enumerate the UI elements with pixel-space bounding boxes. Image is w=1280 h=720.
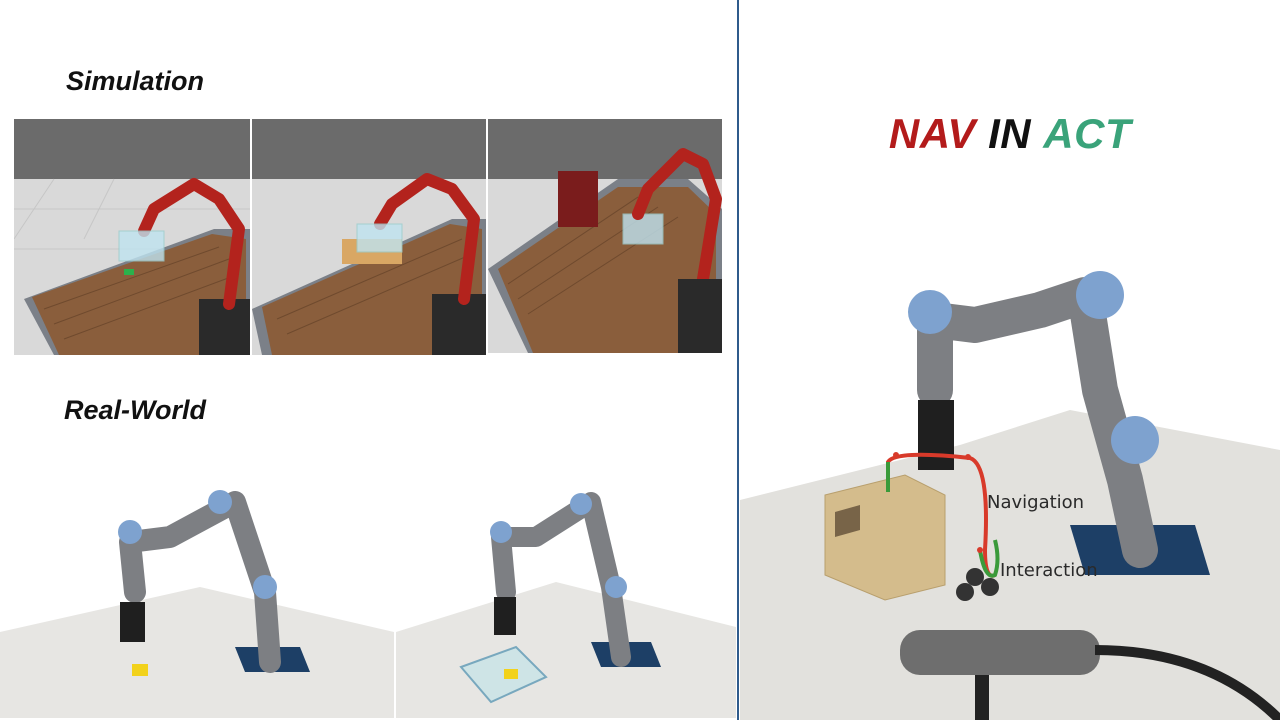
title-in: IN	[988, 110, 1032, 157]
title-nav: NAV	[888, 110, 976, 157]
simulation-image-3	[488, 119, 722, 353]
title-act: ACT	[1043, 110, 1132, 157]
real-world-image-2	[396, 482, 736, 718]
real-world-heading: Real-World	[64, 395, 207, 425]
method-title: NAV IN ACT	[740, 110, 1280, 158]
simulation-image-1	[14, 119, 250, 355]
simulation-heading: Simulation	[66, 66, 205, 96]
simulation-image-2	[252, 119, 486, 355]
real-world-demo-image	[740, 250, 1280, 720]
section-divider	[737, 0, 739, 720]
interaction-label: Interaction	[1000, 560, 1098, 581]
real-world-image-1	[0, 482, 394, 718]
navigation-label: Navigation	[987, 492, 1085, 513]
